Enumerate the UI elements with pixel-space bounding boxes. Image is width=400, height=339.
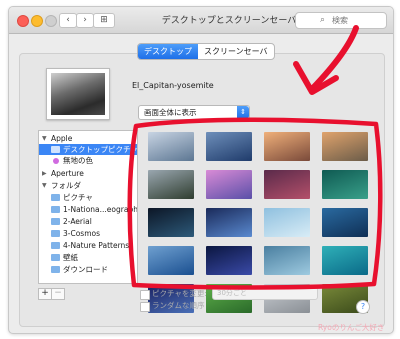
- sidebar-item-national-geographic[interactable]: 1-Nationa...eographic: [39, 204, 137, 215]
- watermark-text: Ryoのりんご大好き: [318, 323, 385, 332]
- remove-folder-button[interactable]: −: [51, 288, 65, 300]
- disclosure-open-icon: ▼: [42, 135, 47, 142]
- forward-button[interactable]: ›: [76, 13, 94, 28]
- fit-option-value: 画面全体に表示: [144, 108, 197, 117]
- tab-screensaver[interactable]: スクリーンセーバ: [198, 44, 274, 59]
- sidebar-item-label: 4-Nature Patterns: [63, 241, 130, 250]
- sidebar-item-label: ピクチャ: [63, 193, 93, 202]
- wallpaper-thumbnail[interactable]: [148, 170, 194, 199]
- folder-icon: [51, 230, 60, 237]
- source-sidebar: ▼ Apple デスクトップピクチャ 無地の色 ▶ Aperture ▼ フォル…: [38, 130, 138, 284]
- sidebar-item-label: 無地の色: [63, 156, 93, 165]
- sidebar-item-nature-patterns[interactable]: 4-Nature Patterns: [39, 240, 137, 251]
- zoom-window-button[interactable]: [45, 15, 57, 27]
- sidebar-item-label: 3-Cosmos: [63, 229, 101, 238]
- wallpaper-thumbnail[interactable]: [264, 246, 310, 275]
- wallpaper-thumbnail[interactable]: [264, 170, 310, 199]
- sidebar-item-label: フォルダ: [51, 181, 81, 190]
- sidebar-item-downloads[interactable]: ダウンロード: [39, 264, 137, 275]
- wallpaper-thumbnail[interactable]: [206, 170, 252, 199]
- sidebar-item-label: 壁紙: [63, 253, 78, 262]
- wallpaper-thumbnail[interactable]: [264, 132, 310, 161]
- wallpaper-thumbnail[interactable]: [206, 246, 252, 275]
- wallpaper-thumbnail[interactable]: [322, 208, 368, 237]
- disclosure-closed-icon: ▶: [42, 170, 47, 177]
- sidebar-item-label: ダウンロード: [63, 265, 108, 274]
- current-wallpaper-preview: [46, 68, 110, 120]
- random-order-checkbox[interactable]: [140, 302, 150, 312]
- folder-icon: [51, 146, 60, 153]
- sidebar-item-pictures[interactable]: ピクチャ: [39, 192, 137, 203]
- wallpaper-thumbnail[interactable]: [148, 132, 194, 161]
- sidebar-item-cosmos[interactable]: 3-Cosmos: [39, 228, 137, 239]
- fit-option-select[interactable]: 画面全体に表示 ⇕: [138, 105, 250, 120]
- random-order-label: ランダムな順序: [152, 301, 205, 310]
- change-picture-checkbox[interactable]: [140, 290, 150, 300]
- content-panel: El_Capitan-yosemite 画面全体に表示 ⇕ ▼ Apple デス…: [19, 53, 385, 327]
- sidebar-item-label: デスクトップピクチャ: [63, 145, 138, 154]
- sidebar-item-label: Aperture: [51, 169, 84, 178]
- add-folder-button[interactable]: +: [38, 288, 52, 300]
- folder-icon: [51, 266, 60, 273]
- search-placeholder: 検索: [332, 16, 348, 25]
- wallpaper-thumbnail[interactable]: [206, 208, 252, 237]
- show-all-grid-button[interactable]: ⊞: [93, 13, 115, 28]
- wallpaper-thumbnail[interactable]: [264, 208, 310, 237]
- window-title: デスクトップとスクリーンセーバ: [161, 16, 297, 26]
- color-wheel-icon: [53, 158, 59, 164]
- sidebar-item-label: 1-Nationa...eographic: [63, 205, 138, 214]
- disclosure-open-icon: ▼: [42, 182, 47, 189]
- search-icon: ⌕: [320, 15, 326, 25]
- search-field[interactable]: ⌕ 検索: [295, 12, 387, 29]
- folder-icon: [51, 242, 60, 249]
- sidebar-item-label: Apple: [51, 134, 73, 143]
- sidebar-item-aerial[interactable]: 2-Aerial: [39, 216, 137, 227]
- change-picture-label: ピクチャを変更:: [152, 289, 207, 298]
- preferences-window: ‹ › ⊞ デスクトップとスクリーンセーバ ⌕ 検索 El_Capitan-yo…: [8, 6, 394, 334]
- change-interval-value: 30分ごと: [217, 289, 247, 297]
- wallpaper-thumbnail[interactable]: [322, 132, 368, 161]
- folder-icon: [51, 218, 60, 225]
- sidebar-item-desktop-pictures[interactable]: デスクトップピクチャ: [39, 144, 137, 155]
- back-button[interactable]: ‹: [59, 13, 77, 28]
- wallpaper-thumbnail[interactable]: [148, 246, 194, 275]
- sidebar-group-aperture[interactable]: ▶ Aperture: [39, 168, 137, 179]
- title-bar: ‹ › ⊞ デスクトップとスクリーンセーバ ⌕ 検索: [9, 7, 393, 34]
- sidebar-item-solid-colors[interactable]: 無地の色: [39, 155, 137, 166]
- folder-icon: [51, 254, 60, 261]
- change-interval-select[interactable]: 30分ごと: [212, 287, 318, 300]
- wallpaper-thumbnail[interactable]: [322, 246, 368, 275]
- wallpaper-thumbnail[interactable]: [322, 170, 368, 199]
- tab-desktop[interactable]: デスクトップ: [138, 44, 198, 59]
- sidebar-group-folders[interactable]: ▼ フォルダ: [39, 180, 137, 191]
- sidebar-item-label: 2-Aerial: [63, 217, 92, 226]
- current-wallpaper-name: El_Capitan-yosemite: [132, 81, 214, 90]
- chevron-updown-icon: ⇕: [237, 106, 249, 119]
- close-window-button[interactable]: [17, 15, 29, 27]
- minimize-window-button[interactable]: [31, 15, 43, 27]
- wallpaper-thumbnail[interactable]: [206, 132, 252, 161]
- wallpaper-thumbnail[interactable]: [148, 208, 194, 237]
- folder-icon: [51, 194, 60, 201]
- help-button[interactable]: ?: [356, 300, 370, 314]
- sidebar-item-wallpaper[interactable]: 壁紙: [39, 252, 137, 263]
- wallpaper-grid: [148, 132, 374, 313]
- sidebar-group-apple[interactable]: ▼ Apple: [39, 133, 137, 144]
- tab-bar: デスクトップ スクリーンセーバ: [137, 43, 275, 60]
- folder-icon: [51, 206, 60, 213]
